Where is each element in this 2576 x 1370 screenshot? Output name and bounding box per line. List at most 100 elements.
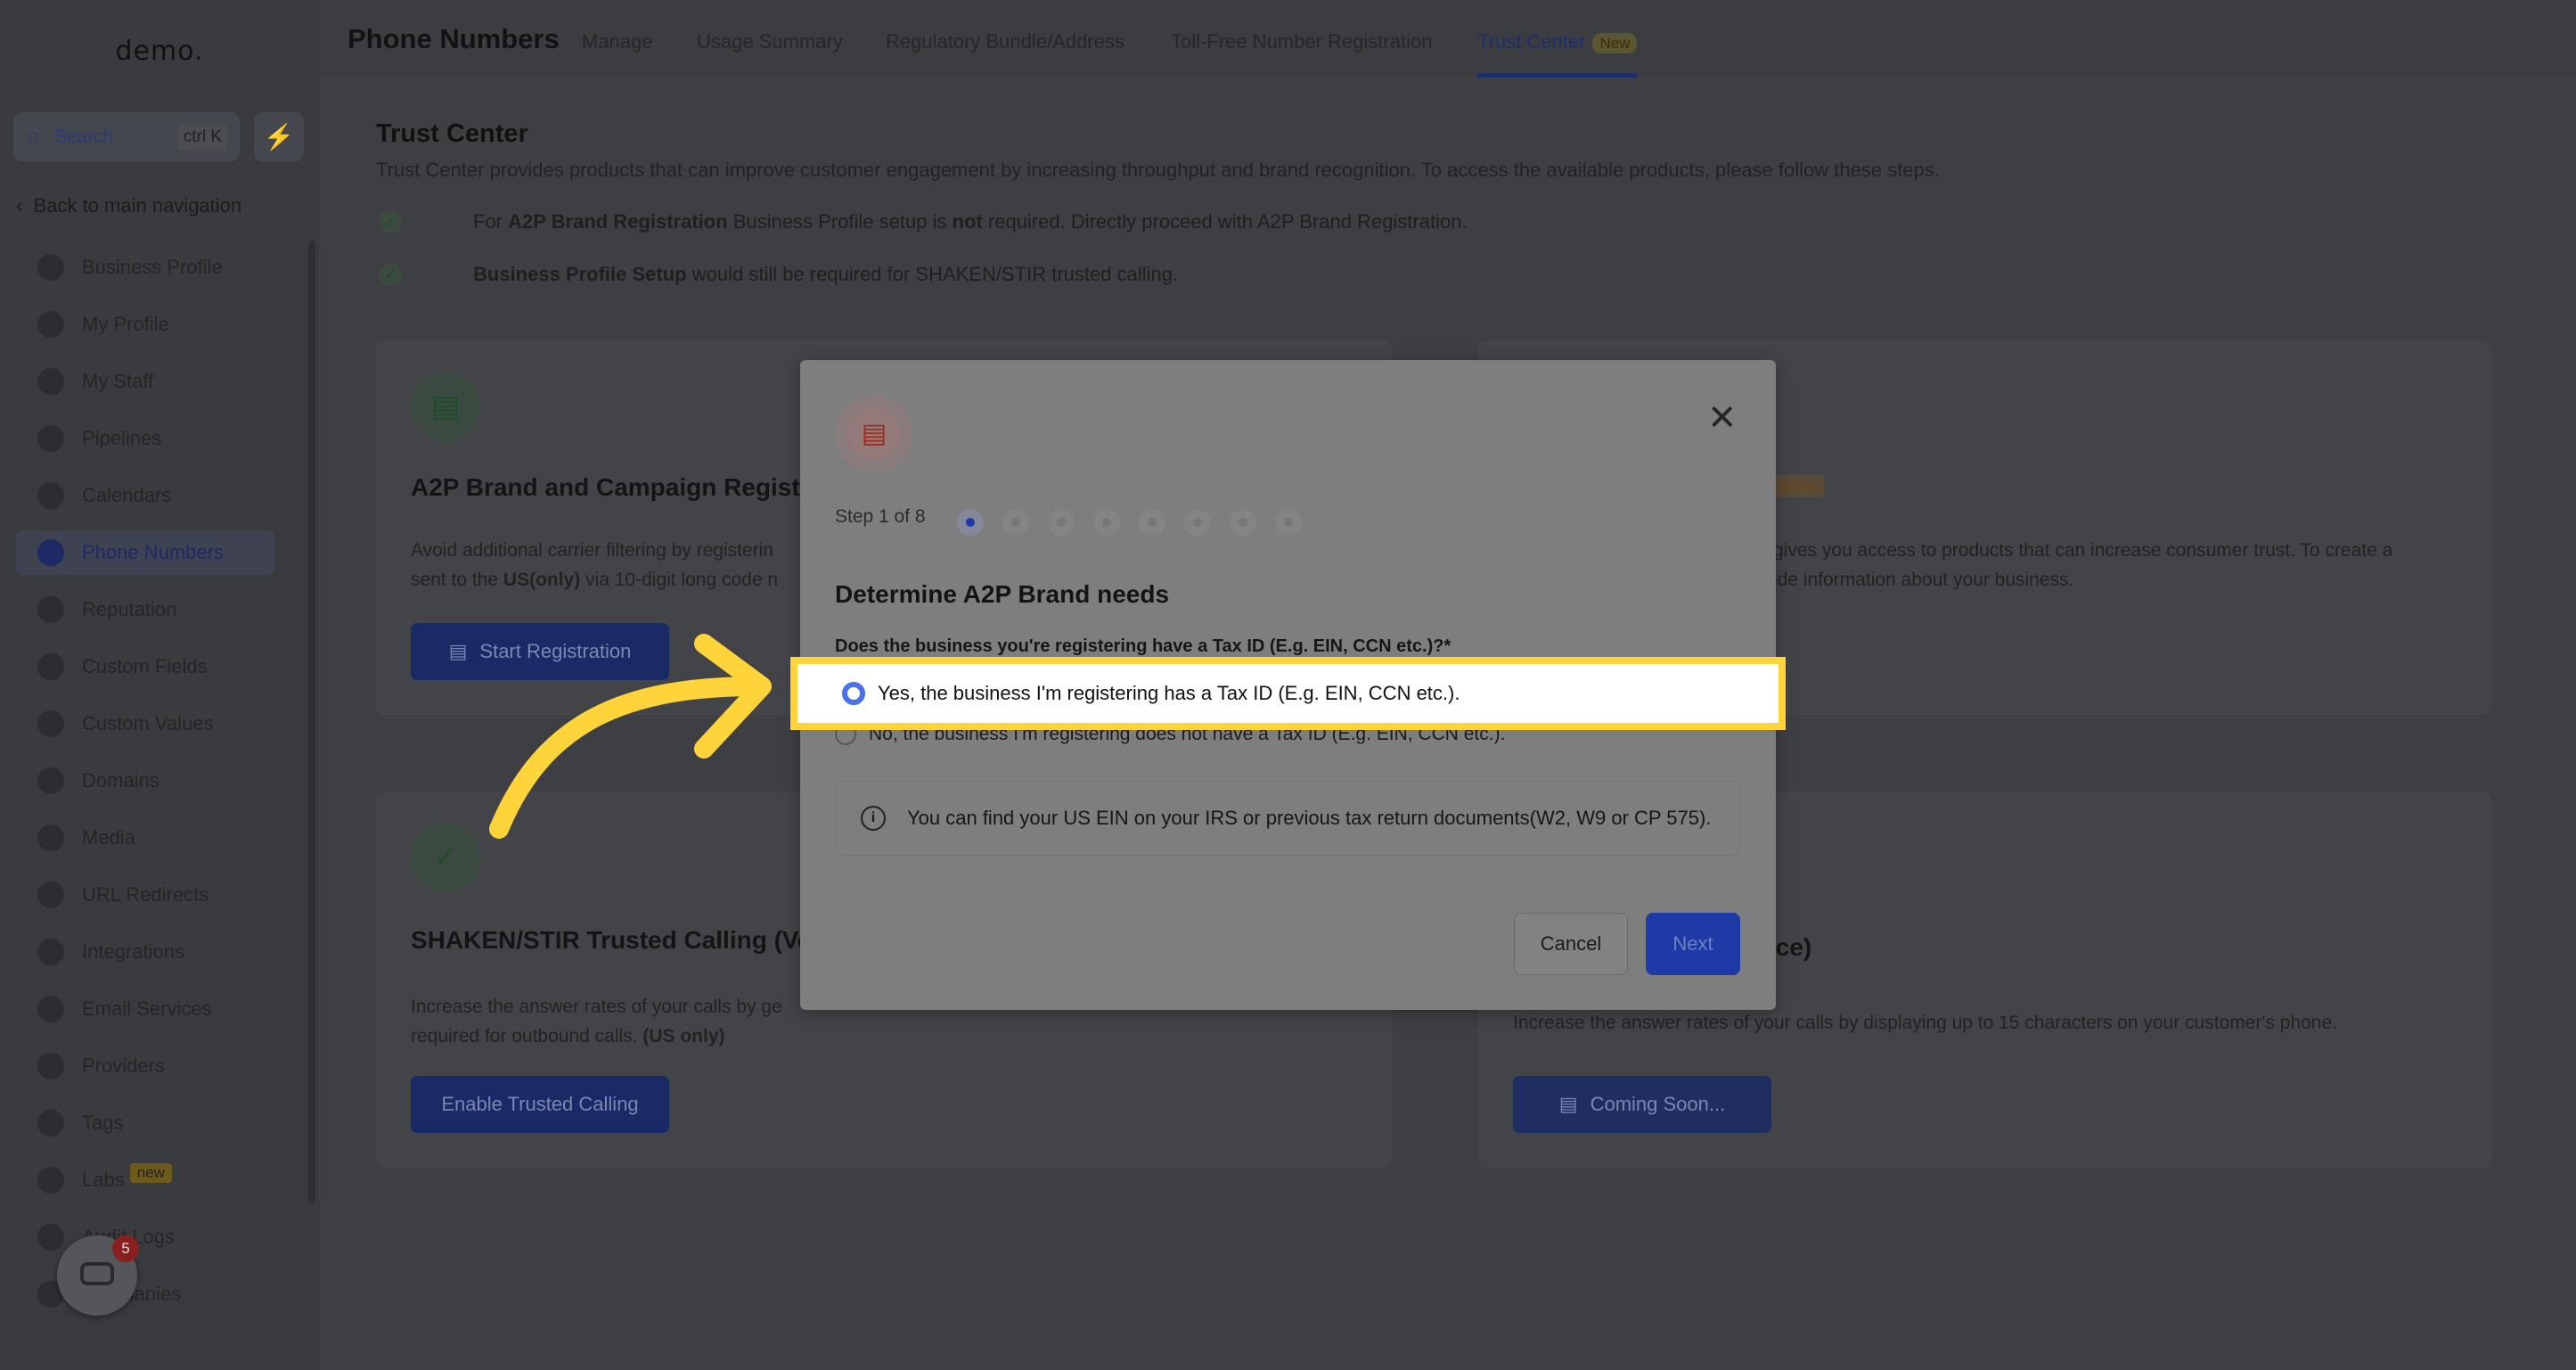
card-text: ide information about your business. [1773,570,2074,590]
nav-label: Phone Numbers [82,541,224,563]
card-title: A2P Brand and Campaign Registra [411,473,824,501]
nav-icon [37,539,64,566]
option-yes-highlighted[interactable]: Yes, the business I'm registering has a … [790,657,1786,730]
step-dot [1184,509,1211,536]
close-icon[interactable]: ✕ [1707,398,1738,439]
option-label: Yes, the business I'm registering has a … [878,682,1460,704]
nav-icon [37,254,64,281]
enable-trusted-calling-button[interactable]: Enable Trusted Calling [411,1076,669,1133]
tab-manage[interactable]: Manage [582,30,653,53]
nav-icon [37,311,64,338]
card-text: sent to the US(only) via 10-digit long c… [411,570,779,590]
nav-label: Business Profile [82,256,223,278]
search-shortcut: ctrl K [177,123,227,151]
search-button[interactable]: ○ Search ctrl K [13,112,240,161]
sidebar-item-labs[interactable]: Labs new [37,1158,296,1202]
document-icon: ▤ [1558,1093,1578,1115]
tab-regulatory-bundle[interactable]: Regulatory Bundle/Address [886,30,1124,53]
sidebar-item-reputation[interactable]: Reputation [37,587,296,632]
sidebar-item-my-staff[interactable]: My Staff [37,359,296,404]
nav-label: Custom Fields [82,655,208,677]
chat-icon [80,1262,114,1285]
nav-icon [37,1110,64,1136]
section-title: Trust Center [376,119,528,148]
sidebar-item-integrations[interactable]: Integrations [37,930,296,974]
nav-label: Email Services [82,997,212,1020]
tab-trust-center[interactable]: Trust Center New [1477,30,1638,78]
chat-widget-button[interactable]: 5 [57,1235,139,1316]
coming-soon-button[interactable]: ▤ Coming Soon... [1513,1076,1771,1133]
nav-icon [37,996,64,1022]
tax-id-question: Does the business you're registering hav… [835,636,1452,656]
review-badge: eview [1769,475,1825,497]
sidebar-item-my-profile[interactable]: My Profile [37,302,296,347]
search-label: Search [53,126,114,147]
step-dot [1275,509,1302,536]
nav-label: Domains [82,769,159,792]
nav-label: Providers [82,1054,165,1077]
logo: demo. [115,36,204,67]
card-text: gives you access to products that can in… [1773,540,2393,561]
sidebar-item-pipelines[interactable]: Pipelines [37,416,296,461]
sidebar-item-email-services[interactable]: Email Services [37,987,296,1031]
annotation-arrow [489,634,772,839]
nav-label: Integrations [82,940,184,963]
cancel-button[interactable]: Cancel [1514,913,1628,975]
nav-label: Reputation [82,598,177,620]
sidebar-scrollbar[interactable] [308,241,315,1203]
nav-icon [37,767,64,794]
radio-yes-selected[interactable] [842,682,865,705]
sidebar-item-tags[interactable]: Tags [37,1101,296,1145]
step-label: Step 1 of 8 [835,506,926,527]
sidebar-item-providers[interactable]: Providers [37,1044,296,1088]
sidebar-item-url-redirects[interactable]: URL Redirects [37,873,296,917]
new-badge: new [129,1163,172,1183]
nav-label: My Staff [82,370,154,392]
new-badge: New [1592,33,1638,53]
sidebar-item-custom-fields[interactable]: Custom Fields [37,644,296,689]
step-dot [1093,509,1120,536]
nav-icon [37,425,64,452]
sidebar-item-business-profile[interactable]: Business Profile [37,245,296,290]
nav-label: Labs [82,1169,125,1191]
nav-icon [37,710,64,737]
step-dot [1139,509,1165,536]
nav-label: Media [82,826,135,849]
card-text: required for outbound calls. (US only) [411,1026,725,1046]
check-line-2: Business Profile Setup would still be re… [473,263,1179,285]
chevron-left-icon: ‹ [16,194,34,217]
step-dot [957,509,984,536]
back-to-main-navigation[interactable]: ‹ Back to main navigation [16,194,241,217]
nav-icon [37,1053,64,1079]
sidebar-item-custom-values[interactable]: Custom Values [37,701,296,746]
check-icon: ✓ [379,210,402,234]
tab-usage-summary[interactable]: Usage Summary [697,30,843,53]
sidebar-item-domains[interactable]: Domains [37,759,296,803]
sidebar: demo. ○ Search ctrl K ⚡ ‹ Back to main n… [0,0,319,1370]
nav-icon [37,596,64,623]
page-title: Phone Numbers [348,23,560,54]
card-text: Avoid additional carrier filtering by re… [411,540,773,561]
nav-label: My Profile [82,313,169,335]
quick-actions-bolt-icon[interactable]: ⚡ [254,112,304,161]
nav-icon [37,939,64,965]
document-check-icon: ▤ [411,372,480,441]
sidebar-item-phone-numbers[interactable]: Phone Numbers [16,530,274,575]
tab-toll-free-registration[interactable]: Toll-Free Number Registration [1171,30,1432,53]
nav-label: Tags [82,1112,124,1134]
nav-icon [37,882,64,908]
nav-label: URL Redirects [82,883,209,906]
step-dot [1230,509,1256,536]
sidebar-item-calendars[interactable]: Calendars [37,473,296,518]
nav-label: Calendars [82,484,172,506]
sidebar-item-media[interactable]: Media [37,816,296,860]
info-icon: i [861,806,886,831]
back-label: Back to main navigation [33,194,242,217]
nav-icon [37,1167,64,1194]
search-icon: ○ [26,123,40,150]
next-button[interactable]: Next [1646,913,1740,975]
step-dot [1002,509,1029,536]
card-title: SHAKEN/STIR Trusted Calling (Vo [411,926,813,954]
modal-title: Determine A2P Brand needs [835,580,1170,608]
tab-label: Trust Center [1477,30,1586,53]
